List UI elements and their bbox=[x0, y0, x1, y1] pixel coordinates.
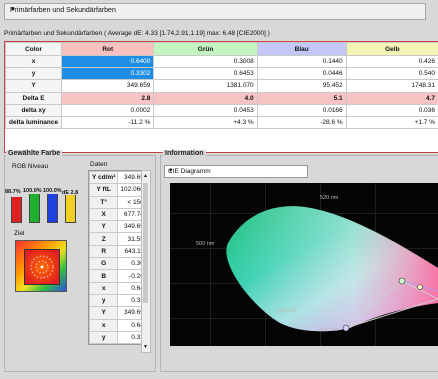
table-cell[interactable]: 0.1440 bbox=[256, 54, 347, 69]
level-bar-yellow bbox=[65, 195, 76, 223]
diagram-select[interactable]: CIE Diagramm ▼ bbox=[164, 165, 308, 178]
scroll-thumb[interactable] bbox=[143, 183, 148, 303]
target-dots-icon bbox=[30, 255, 54, 279]
target-dot-cluster bbox=[24, 249, 60, 285]
header-blau[interactable]: Blau bbox=[256, 42, 347, 56]
table-cell[interactable]: 0.6400 bbox=[61, 54, 155, 69]
table-cell[interactable]: 0.0453 bbox=[153, 103, 258, 117]
measured-point-green bbox=[398, 277, 406, 285]
wavelength-label: 520 nm bbox=[320, 195, 339, 201]
table-cell[interactable]: 5.1 bbox=[256, 91, 347, 105]
chevron-down-icon: ▼ bbox=[168, 167, 174, 174]
data-key: Y bbox=[88, 306, 119, 320]
table-row: Y 349.659 1381.070 95.452 1748.31 bbox=[4, 79, 438, 93]
level-bar-green bbox=[29, 194, 40, 223]
table-row: delta xy 0.0002 0.0453 0.0166 0.036 bbox=[4, 103, 438, 117]
header-gelb[interactable]: Gelb bbox=[345, 42, 438, 56]
data-key: Z bbox=[88, 232, 119, 246]
table-cell[interactable]: 1748.31 bbox=[345, 79, 438, 93]
scroll-down-icon[interactable]: ▼ bbox=[143, 344, 148, 350]
data-title: Daten bbox=[90, 161, 108, 168]
data-key: x bbox=[88, 281, 119, 295]
table-cell[interactable]: 0.426 bbox=[345, 54, 438, 69]
data-key: R bbox=[88, 244, 119, 259]
table-cell[interactable]: 349.659 bbox=[61, 79, 155, 93]
table-cell[interactable]: +4.3 % bbox=[153, 115, 258, 130]
rgb-level-label: RGB Niveau bbox=[12, 163, 49, 170]
table-cell[interactable]: 4.0 bbox=[153, 91, 258, 105]
table-row: delta luminance -11.2 % +4.3 % -28.6 % +… bbox=[4, 115, 438, 130]
table-cell[interactable]: 0.3302 bbox=[61, 67, 155, 81]
table-cell[interactable]: 4.7 bbox=[345, 91, 438, 105]
information-title: Information bbox=[163, 150, 206, 157]
level-bar-red bbox=[11, 197, 22, 223]
mode-dropdown[interactable]: Primärfarben und Sekundärfarben ▼ bbox=[4, 3, 426, 20]
level-pct-blue: 100.0% bbox=[43, 188, 62, 194]
data-key: Y ftL bbox=[88, 183, 119, 197]
table-cell[interactable]: 2.8 bbox=[61, 91, 155, 105]
table-cell[interactable]: 0.3008 bbox=[153, 54, 258, 69]
data-scrollbar[interactable]: ▲ ▼ bbox=[141, 170, 151, 353]
target-label: Ziel bbox=[14, 230, 25, 237]
row-label: Delta E bbox=[4, 91, 63, 105]
data-key: Y bbox=[88, 220, 119, 234]
table-cell[interactable]: 0.540 bbox=[345, 67, 438, 81]
cie-diagram: 520 nm 500 nm 480 nm 460 nm bbox=[170, 183, 438, 346]
measured-point-yellow bbox=[417, 284, 423, 290]
data-key: B bbox=[88, 269, 119, 283]
table-cell[interactable]: 0.0166 bbox=[256, 103, 347, 117]
measured-point-blue bbox=[342, 324, 350, 332]
table-row: y 0.3302 0.6453 0.0446 0.540 bbox=[4, 67, 438, 81]
table-cell[interactable]: 95.452 bbox=[256, 79, 347, 93]
chevron-down-icon: ▼ bbox=[10, 7, 16, 13]
level-bar-blue bbox=[47, 194, 58, 223]
data-key: G bbox=[88, 257, 119, 271]
wavelength-label: 500 nm bbox=[196, 241, 215, 247]
header-color: Color bbox=[4, 42, 63, 56]
wavelength-label: 460 nm bbox=[320, 327, 339, 333]
wavelength-label: 480 nm bbox=[278, 308, 297, 314]
data-key: T° bbox=[88, 195, 119, 209]
table-cell[interactable]: 0.0002 bbox=[61, 103, 155, 117]
table-cell[interactable]: 0.036 bbox=[345, 103, 438, 117]
rgb-level-bars bbox=[9, 194, 81, 223]
row-label: x bbox=[4, 54, 63, 69]
row-label: delta luminance bbox=[4, 115, 63, 130]
table-cell[interactable]: 0.6453 bbox=[153, 67, 258, 81]
scroll-up-icon[interactable]: ▲ bbox=[143, 173, 148, 179]
row-label: delta xy bbox=[4, 103, 63, 117]
header-gruen[interactable]: Grün bbox=[153, 42, 258, 56]
level-pct-red: 88.7% bbox=[5, 189, 21, 195]
table-cell[interactable]: 1381.070 bbox=[153, 79, 258, 93]
data-table: Y cd/m² 349.659 Y ftL 102.0604 T° < 1500 X 677.… bbox=[88, 170, 151, 346]
table-title: Primärfarben und Sekundärfarben ( Averag… bbox=[4, 30, 270, 37]
table-header-row: Color Rot Grün Blau Gelb bbox=[4, 42, 438, 56]
row-label: Y bbox=[4, 79, 63, 93]
row-label: y bbox=[4, 67, 63, 81]
table-cell[interactable]: -11.2 % bbox=[61, 115, 155, 130]
table-row: Delta E 2.8 4.0 5.1 4.7 bbox=[4, 91, 438, 105]
table-cell[interactable]: +1.7 % bbox=[345, 115, 438, 130]
data-key: Y cd/m² bbox=[88, 170, 119, 185]
target-color-swatch bbox=[15, 240, 67, 292]
measurement-table: Color Rot Grün Blau Gelb x 0.6400 0.3008… bbox=[4, 41, 438, 153]
chromaticity-svg bbox=[226, 206, 438, 332]
data-key: X bbox=[88, 207, 119, 222]
data-key: y bbox=[88, 330, 119, 345]
data-key: x bbox=[88, 318, 119, 332]
table-cell[interactable]: -28.6 % bbox=[256, 115, 347, 130]
header-rot[interactable]: Rot bbox=[61, 42, 155, 56]
level-pct-green: 100.0% bbox=[23, 188, 42, 194]
table-row: x 0.6400 0.3008 0.1440 0.426 bbox=[4, 54, 438, 69]
data-key: y bbox=[88, 293, 119, 308]
selected-color-title: Gewählte Farbe bbox=[6, 150, 63, 157]
level-pct-de: dE 2.8 bbox=[62, 190, 79, 196]
table-cell[interactable]: 0.0446 bbox=[256, 67, 347, 81]
